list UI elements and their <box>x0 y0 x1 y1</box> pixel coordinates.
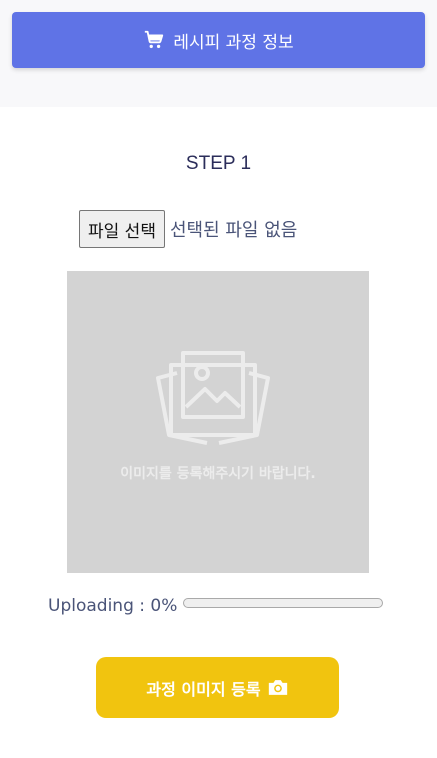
file-status: 선택된 파일 없음 <box>169 220 298 241</box>
header-title: 레시피 과정 정보 <box>173 32 294 53</box>
step-card: STEP 1 파일 선택 선택된 파일 없음 이미지를 등록해주시기 바랍니다.… <box>0 107 437 758</box>
register-button-label: 과정 이미지 등록 <box>146 679 261 699</box>
camera-icon <box>268 680 287 695</box>
upload-label: Uploading : 0% <box>48 596 178 616</box>
recipe-process-info-button[interactable]: 레시피 과정 정보 <box>12 12 425 68</box>
placeholder-text: 이미지를 등록해주시기 바랍니다. <box>120 466 316 482</box>
upload-status: Uploading : 0% <box>48 596 384 616</box>
register-process-image-button[interactable]: 과정 이미지 등록 <box>96 657 339 718</box>
file-select-button[interactable]: 파일 선택 <box>79 210 165 248</box>
cart-icon <box>145 30 164 49</box>
photo-stack-icon <box>156 351 270 445</box>
image-placeholder[interactable]: 이미지를 등록해주시기 바랍니다. <box>67 271 369 573</box>
upload-progress-bar <box>183 598 384 608</box>
step-title: STEP 1 <box>185 153 252 174</box>
file-input: 파일 선택 선택된 파일 없음 <box>79 210 297 248</box>
